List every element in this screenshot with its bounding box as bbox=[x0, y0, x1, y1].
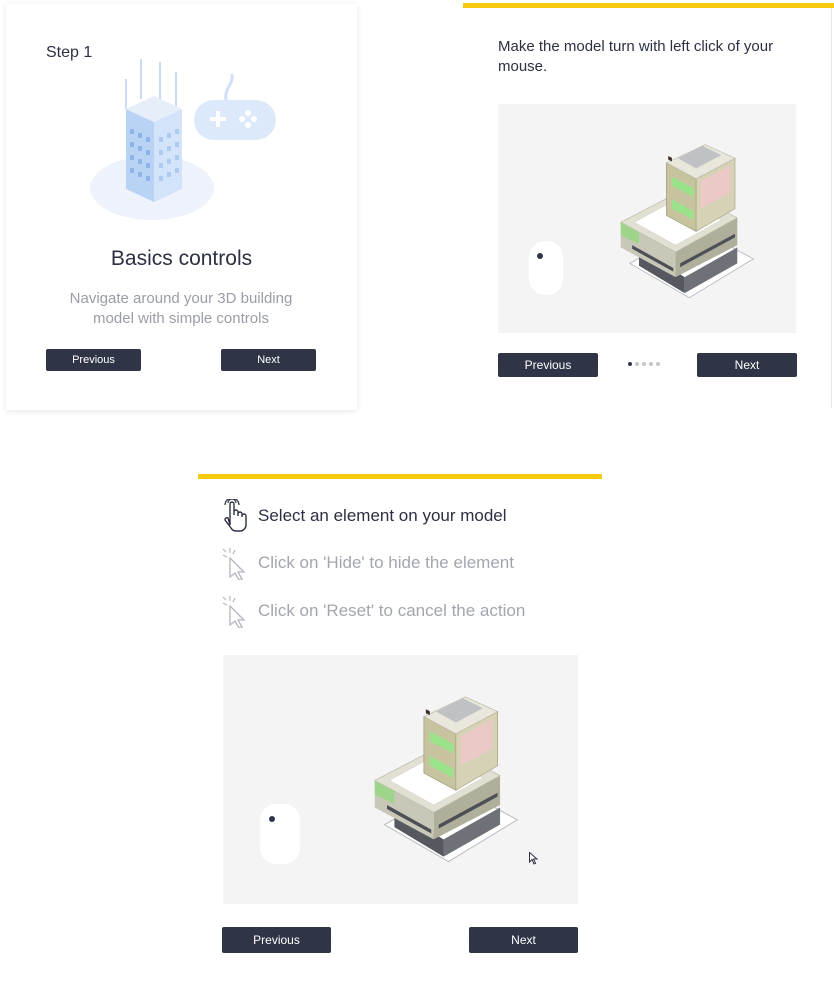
previous-button[interactable]: Previous bbox=[222, 927, 331, 953]
model-viewer[interactable] bbox=[223, 655, 578, 904]
instruction-text: Make the model turn with left click of y… bbox=[498, 38, 774, 75]
pagination-dot-3[interactable] bbox=[642, 362, 646, 366]
pagination-dot-4[interactable] bbox=[649, 362, 653, 366]
card-description: Navigate around your 3D building model w… bbox=[69, 290, 293, 327]
building-model-image[interactable] bbox=[612, 140, 762, 300]
cursor-click-icon bbox=[222, 548, 246, 580]
previous-button[interactable]: Previous bbox=[498, 353, 598, 377]
hand-pointer-icon bbox=[224, 499, 247, 532]
pagination-dots bbox=[628, 362, 660, 366]
mouse-left-button bbox=[537, 253, 543, 259]
pagination-dot-1[interactable] bbox=[628, 362, 632, 366]
model-viewer[interactable] bbox=[498, 104, 796, 333]
card-divider bbox=[831, 8, 832, 408]
step-item-select: Select an element on your model bbox=[220, 499, 507, 533]
building-model-image[interactable] bbox=[366, 692, 526, 864]
building-gamepad-illustration bbox=[90, 59, 276, 220]
mouse-cursor-icon bbox=[529, 852, 538, 865]
step-item-label: Select an element on your model bbox=[258, 506, 507, 525]
progress-accent-bar bbox=[463, 3, 834, 8]
mouse-icon bbox=[529, 241, 563, 295]
step-card: Step 1 Basics controls Navigate around y… bbox=[6, 4, 357, 410]
previous-button[interactable]: Previous bbox=[46, 349, 141, 371]
progress-accent-bar bbox=[198, 474, 602, 479]
next-button[interactable]: Next bbox=[469, 927, 578, 953]
step-item-reset: Click on 'Reset' to cancel the action bbox=[220, 594, 525, 628]
step-item-label: Click on 'Hide' to hide the element bbox=[258, 553, 514, 572]
next-button[interactable]: Next bbox=[221, 349, 316, 371]
step-item-label: Click on 'Reset' to cancel the action bbox=[258, 601, 526, 620]
mouse-left-button bbox=[269, 816, 275, 822]
next-button[interactable]: Next bbox=[697, 353, 797, 377]
pagination-dot-5[interactable] bbox=[656, 362, 660, 366]
mouse-icon bbox=[260, 804, 300, 864]
pagination-dot-2[interactable] bbox=[635, 362, 639, 366]
card-title: Basics controls bbox=[110, 247, 253, 270]
cursor-click-icon bbox=[222, 596, 246, 628]
step-item-hide: Click on 'Hide' to hide the element bbox=[220, 546, 514, 580]
